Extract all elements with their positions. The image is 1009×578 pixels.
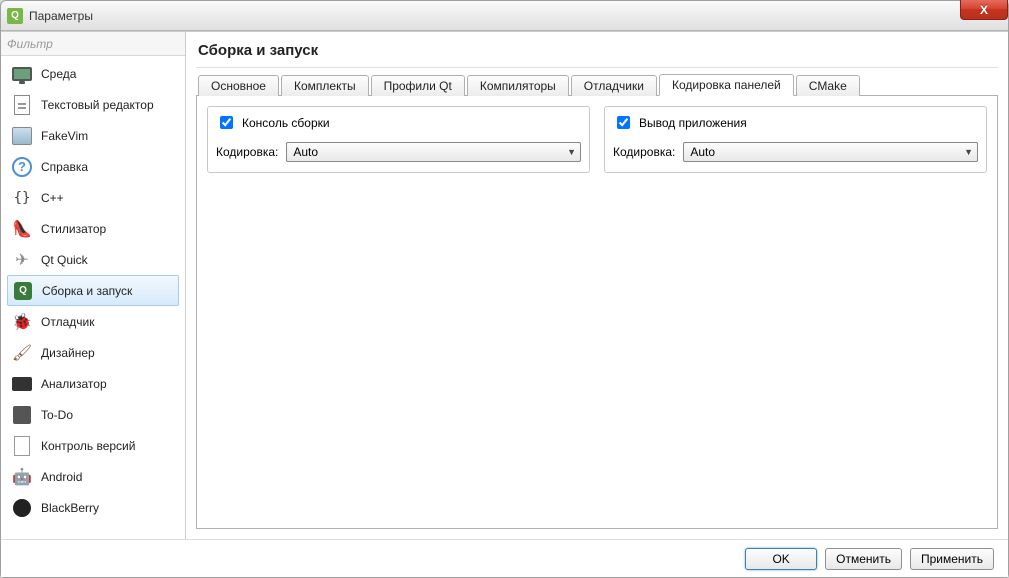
sidebar-item-label: Справка xyxy=(41,160,88,174)
app-output-checkbox[interactable] xyxy=(617,116,630,129)
vcs-icon xyxy=(11,435,33,457)
sidebar-item-vcs[interactable]: Контроль версий xyxy=(7,430,179,461)
select-value: Auto xyxy=(293,145,318,159)
sidebar: Фильтр Среда Текстовый редактор FakeVim xyxy=(1,32,186,539)
shoe-icon: 👠 xyxy=(11,218,33,240)
app-output-label: Вывод приложения xyxy=(639,116,747,130)
cpp-icon: {} xyxy=(11,187,33,209)
fakevim-icon xyxy=(11,125,33,147)
chevron-down-icon: ▼ xyxy=(567,147,576,157)
app-output-encoding-select[interactable]: Auto ▼ xyxy=(683,142,978,162)
document-icon xyxy=(11,94,33,116)
cancel-button[interactable]: Отменить xyxy=(825,548,902,570)
sidebar-item-label: Анализатор xyxy=(41,377,107,391)
sidebar-item-analyzer[interactable]: Анализатор xyxy=(7,368,179,399)
close-icon: X xyxy=(980,3,988,17)
sidebar-item-label: Текстовый редактор xyxy=(41,98,154,112)
apply-button[interactable]: Применить xyxy=(910,548,994,570)
sidebar-item-todo[interactable]: To-Do xyxy=(7,399,179,430)
tab-qt-profiles[interactable]: Профили Qt xyxy=(371,75,465,96)
sidebar-item-label: Qt Quick xyxy=(41,253,88,267)
tab-cmake[interactable]: CMake xyxy=(796,75,860,96)
button-bar: OK Отменить Применить xyxy=(1,539,1008,577)
close-button[interactable]: X xyxy=(960,0,1008,20)
sidebar-item-label: Отладчик xyxy=(41,315,94,329)
sidebar-item-designer[interactable]: 🖌 Дизайнер xyxy=(7,337,179,368)
sidebar-item-label: Стилизатор xyxy=(41,222,106,236)
sidebar-item-label: Контроль версий xyxy=(41,439,135,453)
sidebar-item-environment[interactable]: Среда xyxy=(7,58,179,89)
brush-icon: 🖌 xyxy=(11,342,33,364)
sidebar-item-beautifier[interactable]: 👠 Стилизатор xyxy=(7,213,179,244)
encoding-label-right: Кодировка: xyxy=(613,145,675,159)
sidebar-item-fakevim[interactable]: FakeVim xyxy=(7,120,179,151)
analyzer-icon xyxy=(11,373,33,395)
build-console-encoding-select[interactable]: Auto ▼ xyxy=(286,142,581,162)
sidebar-item-cpp[interactable]: {} C++ xyxy=(7,182,179,213)
ok-button[interactable]: OK xyxy=(745,548,817,570)
tab-kits[interactable]: Комплекты xyxy=(281,75,369,96)
settings-dialog: Q Параметры X Фильтр Среда Текстовый ре xyxy=(0,0,1009,578)
build-console-checkbox[interactable] xyxy=(220,116,233,129)
sidebar-item-label: BlackBerry xyxy=(41,501,99,515)
filter-placeholder: Фильтр xyxy=(7,37,53,51)
group-row: Консоль сборки Кодировка: Auto ▼ xyxy=(207,106,987,173)
select-value: Auto xyxy=(690,145,715,159)
sidebar-item-qtquick[interactable]: ✈ Qt Quick xyxy=(7,244,179,275)
tab-compilers[interactable]: Компиляторы xyxy=(467,75,569,96)
app-icon: Q xyxy=(7,8,23,24)
group-app-output: Вывод приложения Кодировка: Auto ▼ xyxy=(604,106,987,173)
sidebar-item-label: Сборка и запуск xyxy=(42,284,132,298)
filter-input[interactable]: Фильтр xyxy=(1,32,185,56)
sidebar-item-debugger[interactable]: 🐞 Отладчик xyxy=(7,306,179,337)
build-console-label: Консоль сборки xyxy=(242,116,330,130)
sidebar-item-label: To-Do xyxy=(41,408,73,422)
sidebar-item-label: Дизайнер xyxy=(41,346,95,360)
window-title: Параметры xyxy=(29,9,93,23)
sidebar-item-label: Android xyxy=(41,470,82,484)
help-icon: ? xyxy=(11,156,33,178)
tab-panel-content: Консоль сборки Кодировка: Auto ▼ xyxy=(196,96,998,529)
content-pane: Сборка и запуск Основное Комплекты Профи… xyxy=(186,32,1008,539)
monitor-icon xyxy=(11,63,33,85)
sidebar-item-label: Среда xyxy=(41,67,76,81)
bug-icon: 🐞 xyxy=(11,311,33,333)
encoding-label-left: Кодировка: xyxy=(216,145,278,159)
sidebar-item-text-editor[interactable]: Текстовый редактор xyxy=(7,89,179,120)
titlebar[interactable]: Q Параметры X xyxy=(1,1,1008,31)
android-icon: 🤖 xyxy=(11,466,33,488)
sidebar-item-help[interactable]: ? Справка xyxy=(7,151,179,182)
sidebar-item-label: FakeVim xyxy=(41,129,88,143)
tab-bar: Основное Комплекты Профили Qt Компилятор… xyxy=(196,72,998,96)
nav-list[interactable]: Среда Текстовый редактор FakeVim ? Справ… xyxy=(1,56,185,539)
main-area: Фильтр Среда Текстовый редактор FakeVim xyxy=(1,31,1008,539)
sidebar-item-build-run[interactable]: Q Сборка и запуск xyxy=(7,275,179,306)
page-title: Сборка и запуск xyxy=(196,36,998,68)
group-build-console: Консоль сборки Кодировка: Auto ▼ xyxy=(207,106,590,173)
sidebar-item-android[interactable]: 🤖 Android xyxy=(7,461,179,492)
tab-panel-encoding[interactable]: Кодировка панелей xyxy=(659,74,794,96)
chevron-down-icon: ▼ xyxy=(964,147,973,157)
tab-debuggers[interactable]: Отладчики xyxy=(571,75,657,96)
sidebar-item-blackberry[interactable]: BlackBerry xyxy=(7,492,179,523)
dialog-body: Фильтр Среда Текстовый редактор FakeVim xyxy=(1,31,1008,577)
blackberry-icon xyxy=(11,497,33,519)
paper-plane-icon: ✈ xyxy=(11,249,33,271)
sidebar-item-label: C++ xyxy=(41,191,64,205)
tab-general[interactable]: Основное xyxy=(198,75,279,96)
build-icon: Q xyxy=(12,280,34,302)
todo-icon xyxy=(11,404,33,426)
